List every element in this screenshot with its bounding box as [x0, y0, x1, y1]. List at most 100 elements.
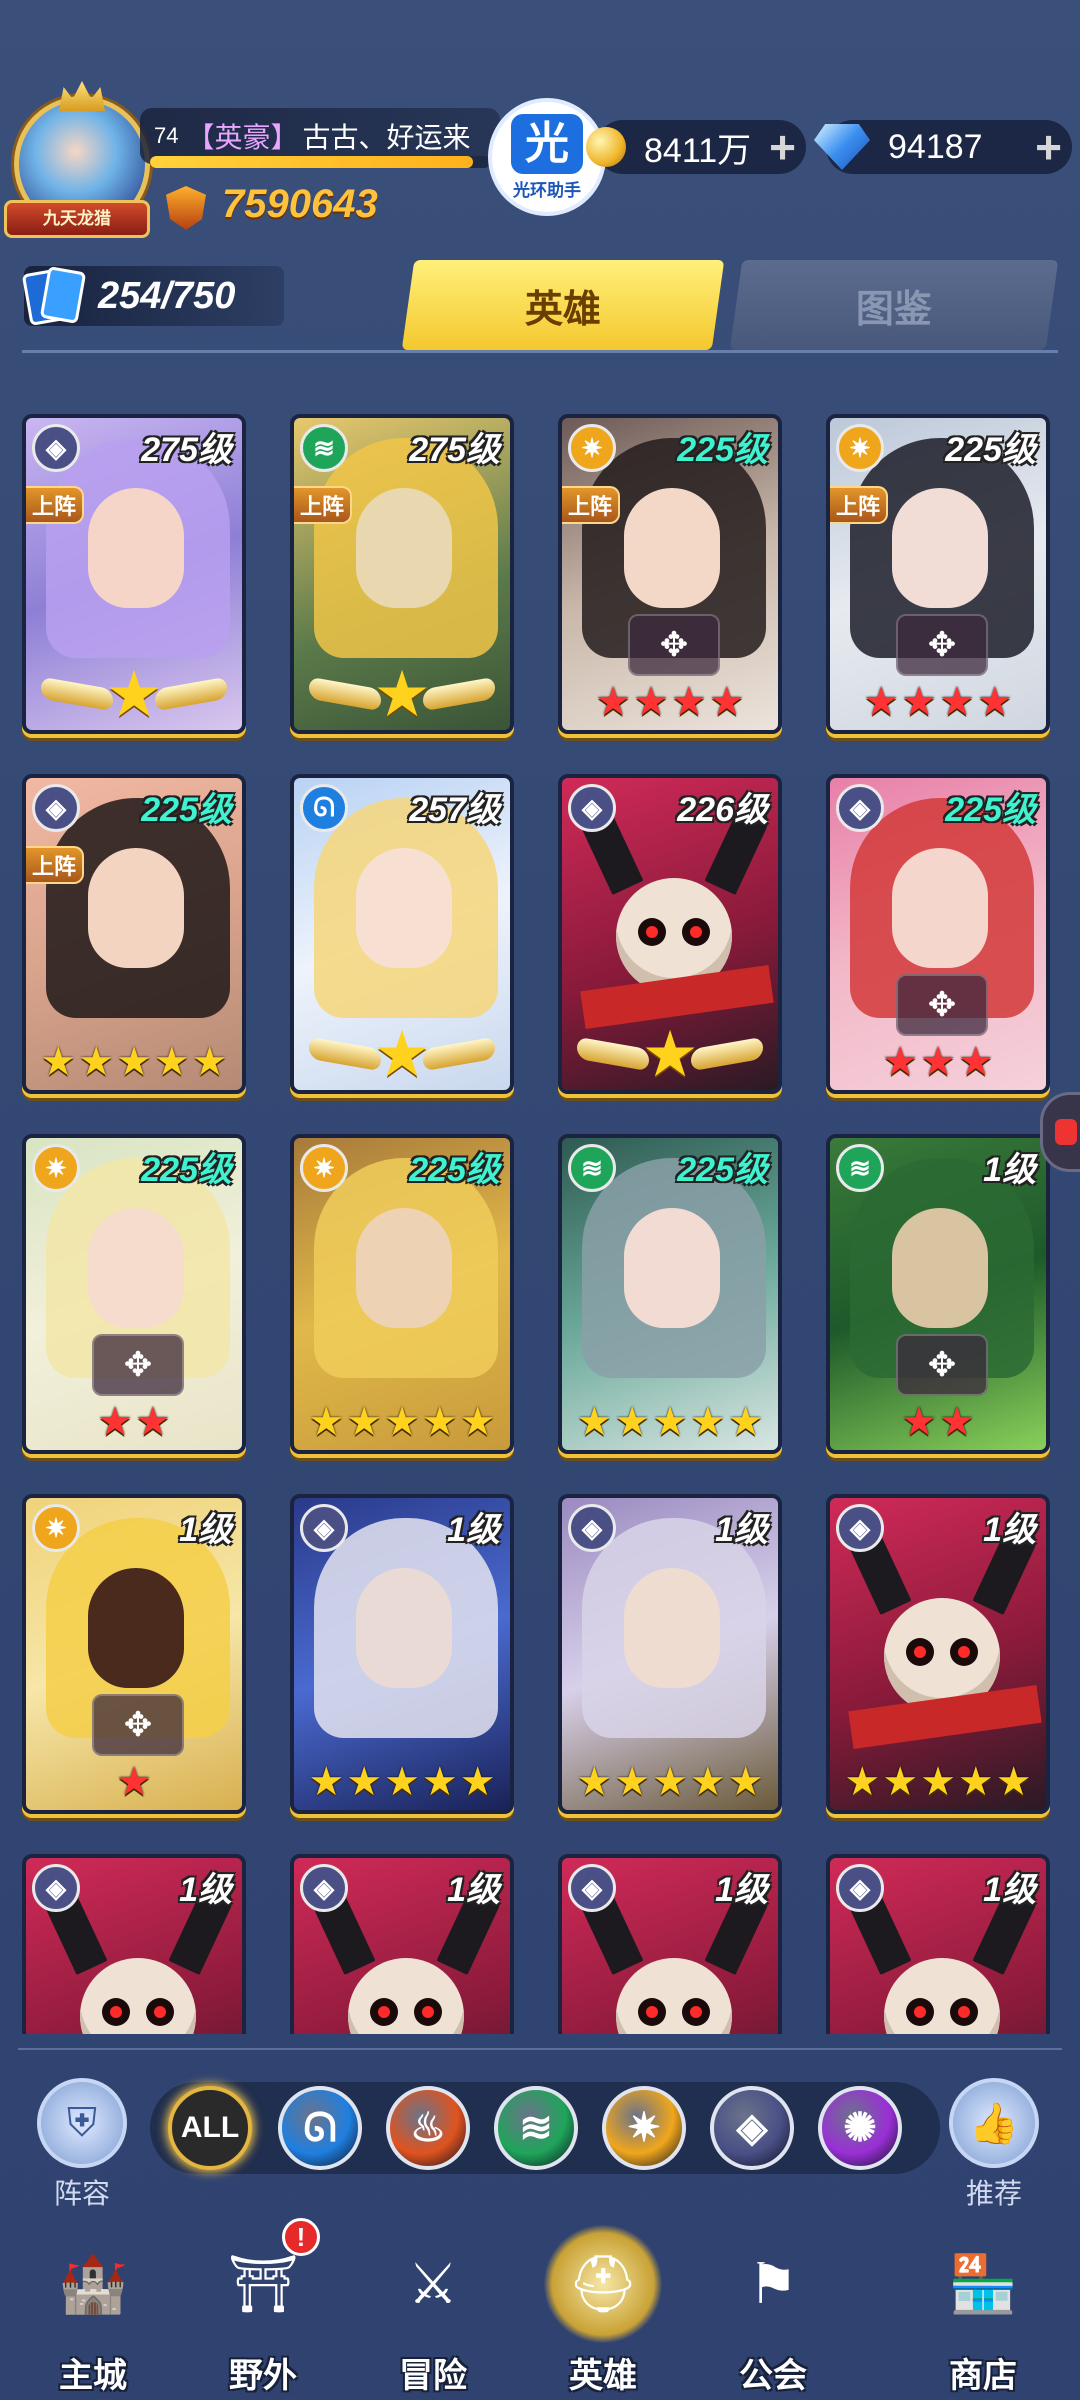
hero-card[interactable]: ◈ 225级 上阵 ★ ★ ★ ★ ★ — [22, 774, 246, 1094]
star-icon: ★ — [863, 680, 900, 724]
light-element-icon: ✷ — [32, 1144, 80, 1192]
star-icon: ★ — [882, 1760, 919, 1804]
star-rating: ★ ★ ★ ★ ★ — [26, 1042, 242, 1082]
star-icon: ★ — [308, 1400, 345, 1444]
lineup-label: 阵容 — [53, 2178, 110, 2209]
hero-card[interactable]: ≋ 275级 上阵 ★ — [290, 414, 514, 734]
hero-level: 257级 — [409, 791, 500, 829]
hero-level: 1级 — [179, 1871, 232, 1909]
hero-card[interactable]: ᘏ 257级 ★ — [290, 774, 514, 1094]
star-rating: ★ ★ — [26, 1402, 242, 1442]
star-icon: ★ — [652, 1760, 688, 1804]
star-icon: ★ — [689, 1400, 726, 1444]
hero-level: 226级 — [677, 791, 768, 829]
filter-arcane-button[interactable]: ✺ — [818, 2086, 902, 2170]
winged-star-rank-icon: ★ — [562, 1022, 778, 1086]
hero-card[interactable]: ◈ 225级 ✥ ★ ★ ★ — [826, 774, 1050, 1094]
filter-fire-button[interactable]: ♨ — [386, 2086, 470, 2170]
awakening-emblem-icon: ✥ — [896, 1334, 988, 1396]
filter-light-button[interactable]: ✷ — [602, 2086, 686, 2170]
filter-wind-button[interactable]: ≋ — [494, 2086, 578, 2170]
hero-card[interactable]: ◈ 1级 ★ ★ ★ ★ ★ — [826, 1494, 1050, 1814]
star-rating: ★ ★ — [830, 1402, 1046, 1442]
nav-label: 公会 — [739, 2357, 807, 2395]
hero-card[interactable]: ✷ 225级 上阵 ✥ ★ ★ ★ ★ — [558, 414, 782, 734]
filter-divider — [18, 2048, 1062, 2050]
star-icon: ★ — [844, 1760, 881, 1804]
nav-label: 商店 — [949, 2357, 1017, 2395]
filter-water-button[interactable]: ᘏ — [278, 2086, 362, 2170]
nav-item-portal[interactable]: ⛩ 野外! — [188, 2218, 338, 2400]
star-icon: ★ — [116, 1040, 152, 1084]
hero-level: 1级 — [447, 1511, 500, 1549]
hero-card[interactable]: ◈ 275级 上阵 ★ — [22, 414, 246, 734]
bottom-nav: 🏰 主城 ⛩ 野外! ⚔ 冒险 ⛑ 英雄 ⚑ 公会 🏪 商店 — [0, 2210, 1080, 2400]
nav-item-castle[interactable]: 🏰 主城 — [18, 2224, 168, 2400]
helmet-icon: ⛑ — [543, 2224, 663, 2344]
hero-level: 275级 — [409, 431, 500, 469]
hero-card[interactable]: ◈ 1级 ★ ★ ★ ★ ★ — [290, 1494, 514, 1814]
hero-grid: ◈ 275级 上阵 ★ ≋ 275级 上阵 ★ ✷ 225级 上阵 ✥ ★ ★ ★ ★ ✷ 225级 上阵 ✥ ★ ★ ★ ★… — [0, 0, 1080, 2040]
star-icon: ★ — [901, 680, 937, 724]
castle-icon: 🏰 — [58, 2252, 128, 2315]
hero-grid-viewport[interactable]: ◈ 275级 上阵 ★ ≋ 275级 上阵 ★ ✷ 225级 上阵 ✥ ★ ★ ★ ★ ✷ 225级 上阵 ✥ ★ ★ ★ ★… — [0, 380, 1080, 2034]
star-icon: ★ — [459, 1400, 496, 1444]
hero-level: 1级 — [179, 1511, 232, 1549]
lineup-shield-icon: ⛨ — [37, 2078, 127, 2168]
hero-card[interactable]: ◈ 1级 — [290, 1854, 514, 2034]
star-icon: ★ — [920, 1040, 956, 1084]
hero-card[interactable]: ≋ 225级 ★ ★ ★ ★ ★ — [558, 1134, 782, 1454]
hero-card[interactable]: ✷ 225级 上阵 ✥ ★ ★ ★ ★ — [826, 414, 1050, 734]
shadow-element-icon: ◈ — [300, 1864, 348, 1912]
hero-card[interactable]: ◈ 1级 — [22, 1854, 246, 2034]
star-rating: ★ ★ ★ ★ — [562, 682, 778, 722]
filter-shadow-button[interactable]: ◈ — [710, 2086, 794, 2170]
winged-star-rank-icon: ★ — [294, 662, 510, 726]
recommend-label: 推荐 — [965, 2178, 1022, 2209]
star-icon: ★ — [939, 680, 975, 724]
hero-card[interactable]: ✷ 225级 ✥ ★ ★ — [22, 1134, 246, 1454]
hero-card[interactable]: ✷ 1级 ✥ ★ — [22, 1494, 246, 1814]
star-icon: ★ — [153, 1040, 190, 1084]
hero-card[interactable]: ◈ 1级 ★ ★ ★ ★ ★ — [558, 1494, 782, 1814]
star-rating: ★ ★ ★ ★ — [830, 682, 1046, 722]
nav-item-sword[interactable]: ⚔ 冒险 — [358, 2224, 508, 2400]
shadow-element-icon: ◈ — [568, 784, 616, 832]
hero-card[interactable]: ≋ 1级 ✥ ★ ★ — [826, 1134, 1050, 1454]
hero-card[interactable]: ◈ 226级 ★ — [558, 774, 782, 1094]
star-icon: ★ — [995, 1760, 1032, 1804]
recommend-button[interactable]: 👍 推荐 — [946, 2078, 1042, 2212]
shop-icon: 🏪 — [948, 2252, 1018, 2315]
shadow-element-icon: ◈ — [568, 1504, 616, 1552]
shadow-element-icon: ◈ — [300, 1504, 348, 1552]
shadow-element-icon: ◈ — [32, 784, 80, 832]
star-icon: ★ — [633, 680, 669, 724]
hero-card[interactable]: ◈ 1级 — [558, 1854, 782, 2034]
star-rating: ★ ★ ★ ★ ★ — [562, 1402, 778, 1442]
lineup-button[interactable]: ⛨ 阵容 — [34, 2078, 130, 2209]
nav-item-helmet[interactable]: ⛑ 英雄 — [528, 2224, 678, 2400]
hero-card[interactable]: ✷ 225级 ★ ★ ★ ★ ★ — [290, 1134, 514, 1454]
star-icon: ★ — [727, 1760, 764, 1804]
nav-item-shop[interactable]: 🏪 商店 — [908, 2224, 1058, 2400]
star-icon: ★ — [708, 680, 745, 724]
hero-card[interactable]: ◈ 1级 — [826, 1854, 1050, 2034]
hero-level: 225级 — [677, 1151, 768, 1189]
nav-label: 英雄 — [569, 2357, 637, 2395]
star-icon: ★ — [384, 1400, 420, 1444]
star-rating: ★ ★ ★ ★ ★ — [294, 1402, 510, 1442]
hero-level: 225级 — [141, 1151, 232, 1189]
star-rating: ★ ★ ★ ★ ★ — [830, 1762, 1046, 1802]
star-icon: ★ — [939, 1400, 975, 1444]
side-drawer-handle[interactable] — [1040, 1092, 1080, 1172]
star-icon: ★ — [671, 680, 707, 724]
nav-label: 主城 — [59, 2357, 127, 2395]
nav-item-banner[interactable]: ⚑ 公会 — [698, 2224, 848, 2400]
star-icon: ★ — [689, 1760, 726, 1804]
star-rating: ★ — [26, 1762, 242, 1802]
star-icon: ★ — [576, 1760, 613, 1804]
filter-all-button[interactable]: ALL — [168, 2086, 252, 2170]
star-rating: ★ ★ ★ ★ ★ — [562, 1762, 778, 1802]
hero-level: 225级 — [409, 1151, 500, 1189]
star-icon: ★ — [595, 680, 632, 724]
